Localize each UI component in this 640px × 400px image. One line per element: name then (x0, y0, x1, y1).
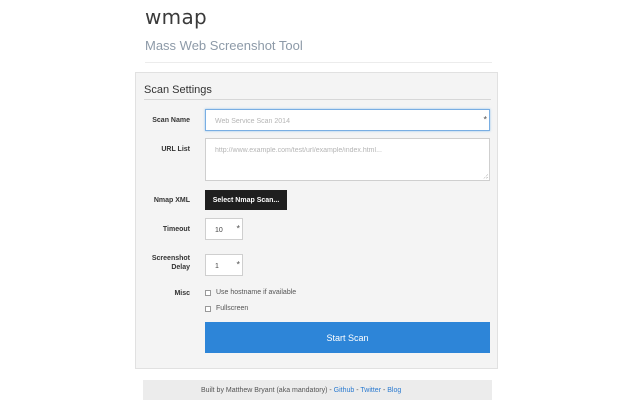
use-hostname-label: Use hostname if available (216, 289, 297, 296)
screenshot-delay-label-line2: Delay (171, 264, 190, 271)
start-scan-button[interactable]: Start Scan (205, 322, 490, 353)
fullscreen-option[interactable]: Fullscreen (205, 305, 248, 312)
url-list-label: URL List (161, 146, 190, 153)
blog-link[interactable]: Blog (387, 387, 401, 394)
required-icon: * (236, 259, 240, 270)
timeout-label: Timeout (162, 226, 190, 233)
screenshot-delay-label-line1: Screenshot (151, 255, 190, 262)
timeout-field[interactable]: * (205, 218, 243, 240)
page: wmap Mass Web Screenshot Tool Scan Setti… (0, 0, 640, 400)
scan-name-label: Scan Name (152, 117, 190, 124)
url-list-field[interactable] (205, 138, 490, 181)
github-link[interactable]: Github (334, 387, 355, 394)
scan-name-field[interactable]: * (205, 109, 490, 131)
use-hostname-checkbox[interactable] (205, 289, 211, 296)
use-hostname-option[interactable]: Use hostname if available (205, 289, 296, 296)
select-nmap-scan-button[interactable]: Select Nmap Scan... (205, 190, 287, 210)
url-list-textarea[interactable] (215, 147, 480, 177)
scan-name-input[interactable] (215, 116, 475, 126)
resize-handle-icon[interactable] (483, 174, 488, 179)
footer-built-by: Built by Matthew Bryant (aka mandatory) … (201, 387, 334, 394)
screenshot-delay-field[interactable]: * (205, 254, 243, 276)
app-brand[interactable]: wmap (145, 5, 207, 29)
panel-title: Scan Settings (144, 84, 212, 96)
fullscreen-checkbox[interactable] (205, 305, 211, 312)
timeout-input[interactable] (215, 225, 233, 235)
app-subtitle: Mass Web Screenshot Tool (145, 38, 303, 53)
nmap-xml-label: Nmap XML (153, 197, 190, 204)
twitter-link[interactable]: Twitter (360, 387, 381, 394)
panel-divider (144, 99, 491, 100)
required-icon: * (483, 114, 487, 125)
required-icon: * (236, 223, 240, 234)
fullscreen-label: Fullscreen (216, 305, 249, 312)
footer-credits: Built by Matthew Bryant (aka mandatory) … (201, 387, 401, 394)
screenshot-delay-input[interactable] (215, 261, 233, 271)
screenshot-delay-label: Screenshot Delay (138, 254, 190, 272)
misc-label: Misc (174, 290, 190, 297)
header-divider (145, 62, 492, 63)
